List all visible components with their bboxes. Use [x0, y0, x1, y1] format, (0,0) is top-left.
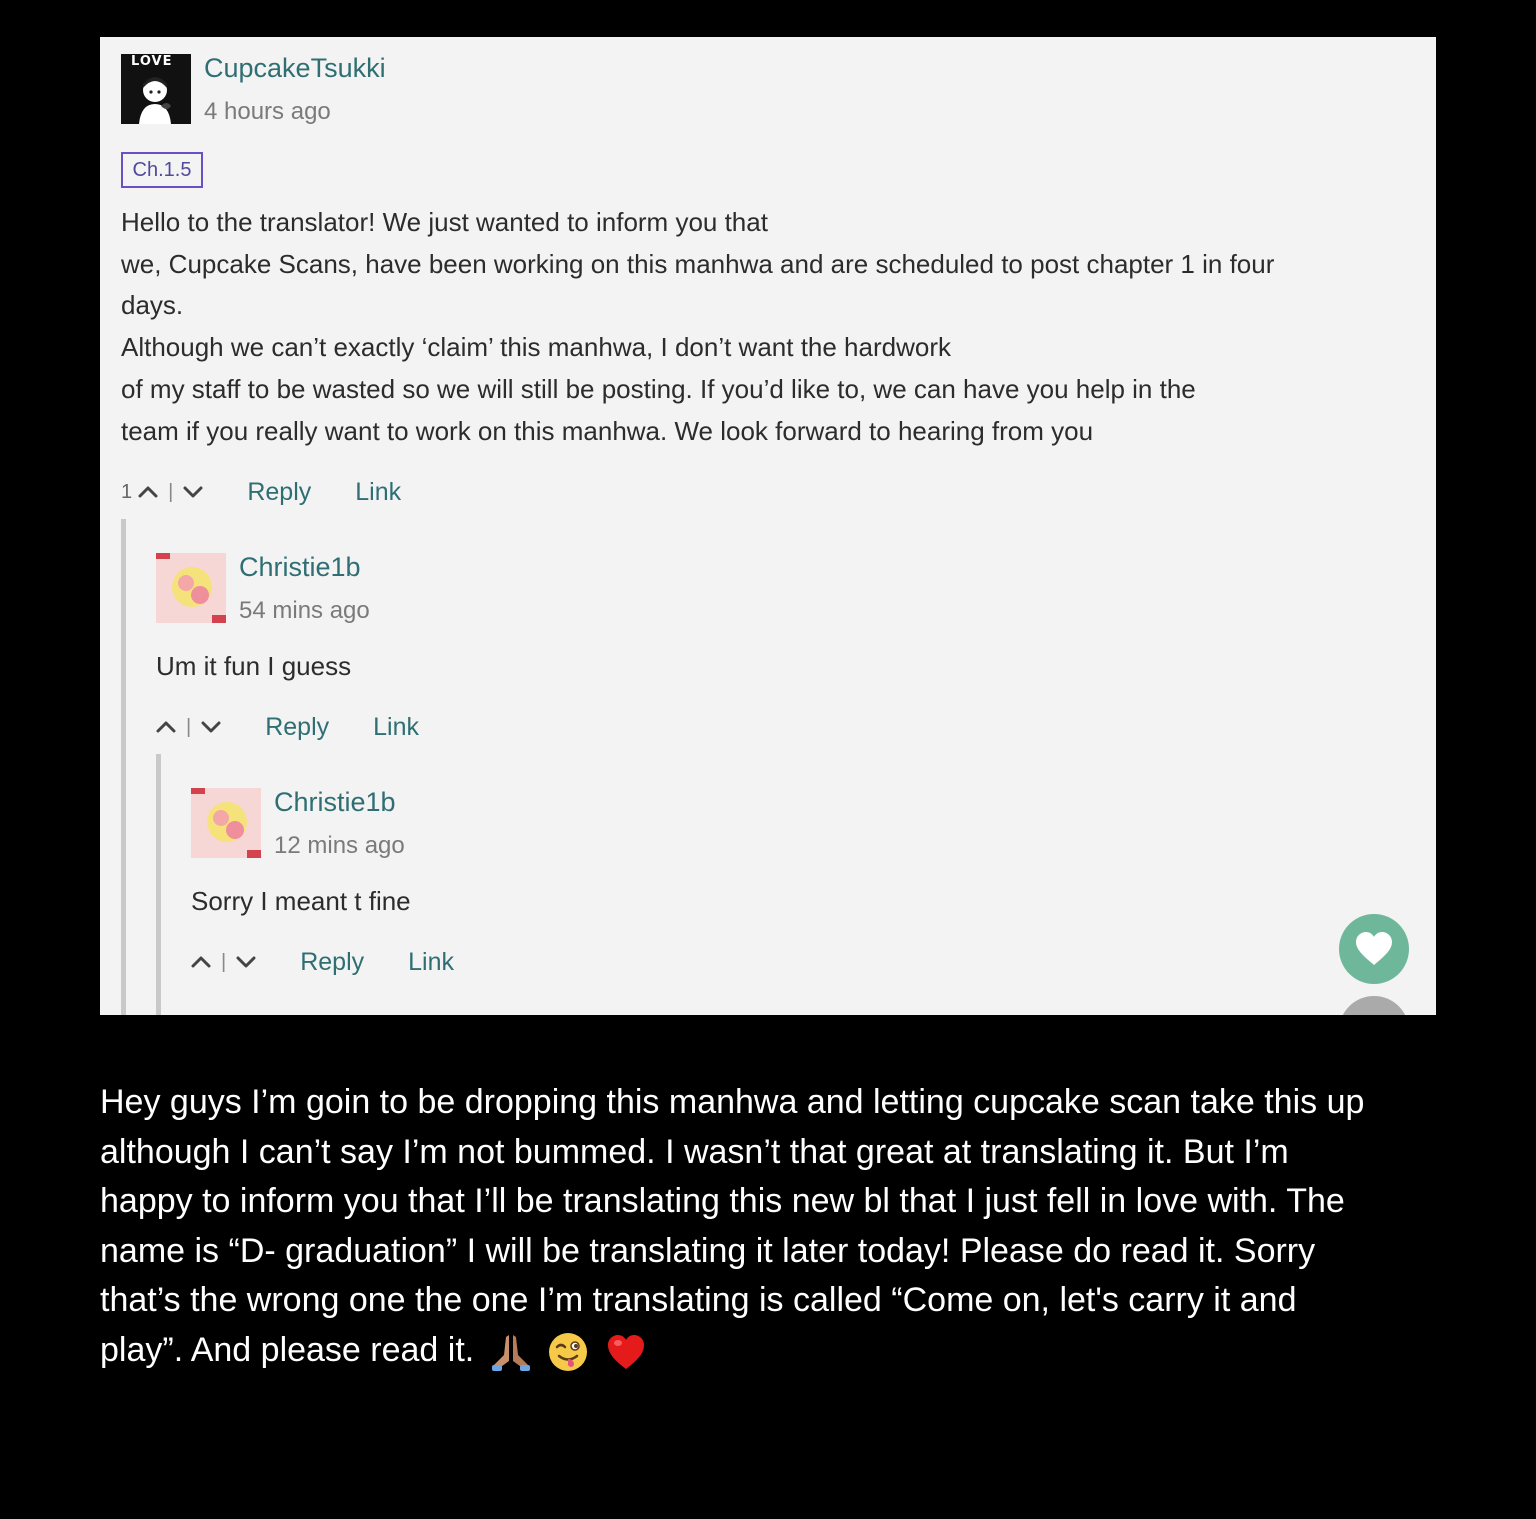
caption-line: although I can’t say I’m not bummed. I w… — [100, 1132, 1289, 1171]
winking-tongue-emoji — [549, 1332, 588, 1371]
post-caption: Hey guys I’m goin to be dropping this ma… — [100, 1078, 1440, 1376]
caption-line: that’s the wrong one the one I’m transla… — [100, 1281, 1297, 1320]
caption-line: Hey guys I’m goin to be dropping this ma… — [100, 1083, 1365, 1121]
heart-icon — [1356, 932, 1392, 965]
red-heart-emoji — [607, 1334, 644, 1369]
avatar[interactable] — [191, 788, 261, 858]
downvote-icon[interactable] — [234, 950, 258, 974]
caption-line: play”. And please read it. — [100, 1330, 475, 1369]
praying-hands-emoji — [491, 1334, 530, 1371]
vote-separator: | — [221, 950, 227, 973]
reply-body: Sorry I meant t fine — [191, 886, 411, 916]
caption-last-line: play”. And please read it. — [100, 1326, 1440, 1376]
avatar-illustration — [191, 788, 261, 858]
comment-actions: | Reply Link — [189, 945, 454, 979]
username[interactable]: Christie1b — [274, 787, 396, 818]
heart-button[interactable] — [1339, 914, 1409, 984]
reply-button[interactable]: Reply — [300, 948, 364, 977]
upvote-icon[interactable] — [189, 950, 213, 974]
link-button[interactable]: Link — [408, 948, 454, 977]
reply-comment-2: Christie1b 12 mins ago Sorry I meant t f… — [100, 37, 1436, 1015]
timestamp: 12 mins ago — [274, 832, 405, 859]
comment-screenshot: LOVE CupcakeTsukki 4 hours ago Ch.1.5 He… — [100, 37, 1436, 1015]
caption-line: happy to inform you that I’ll be transla… — [100, 1182, 1345, 1221]
caption-line: name is “D- graduation” I will be transl… — [100, 1231, 1316, 1270]
